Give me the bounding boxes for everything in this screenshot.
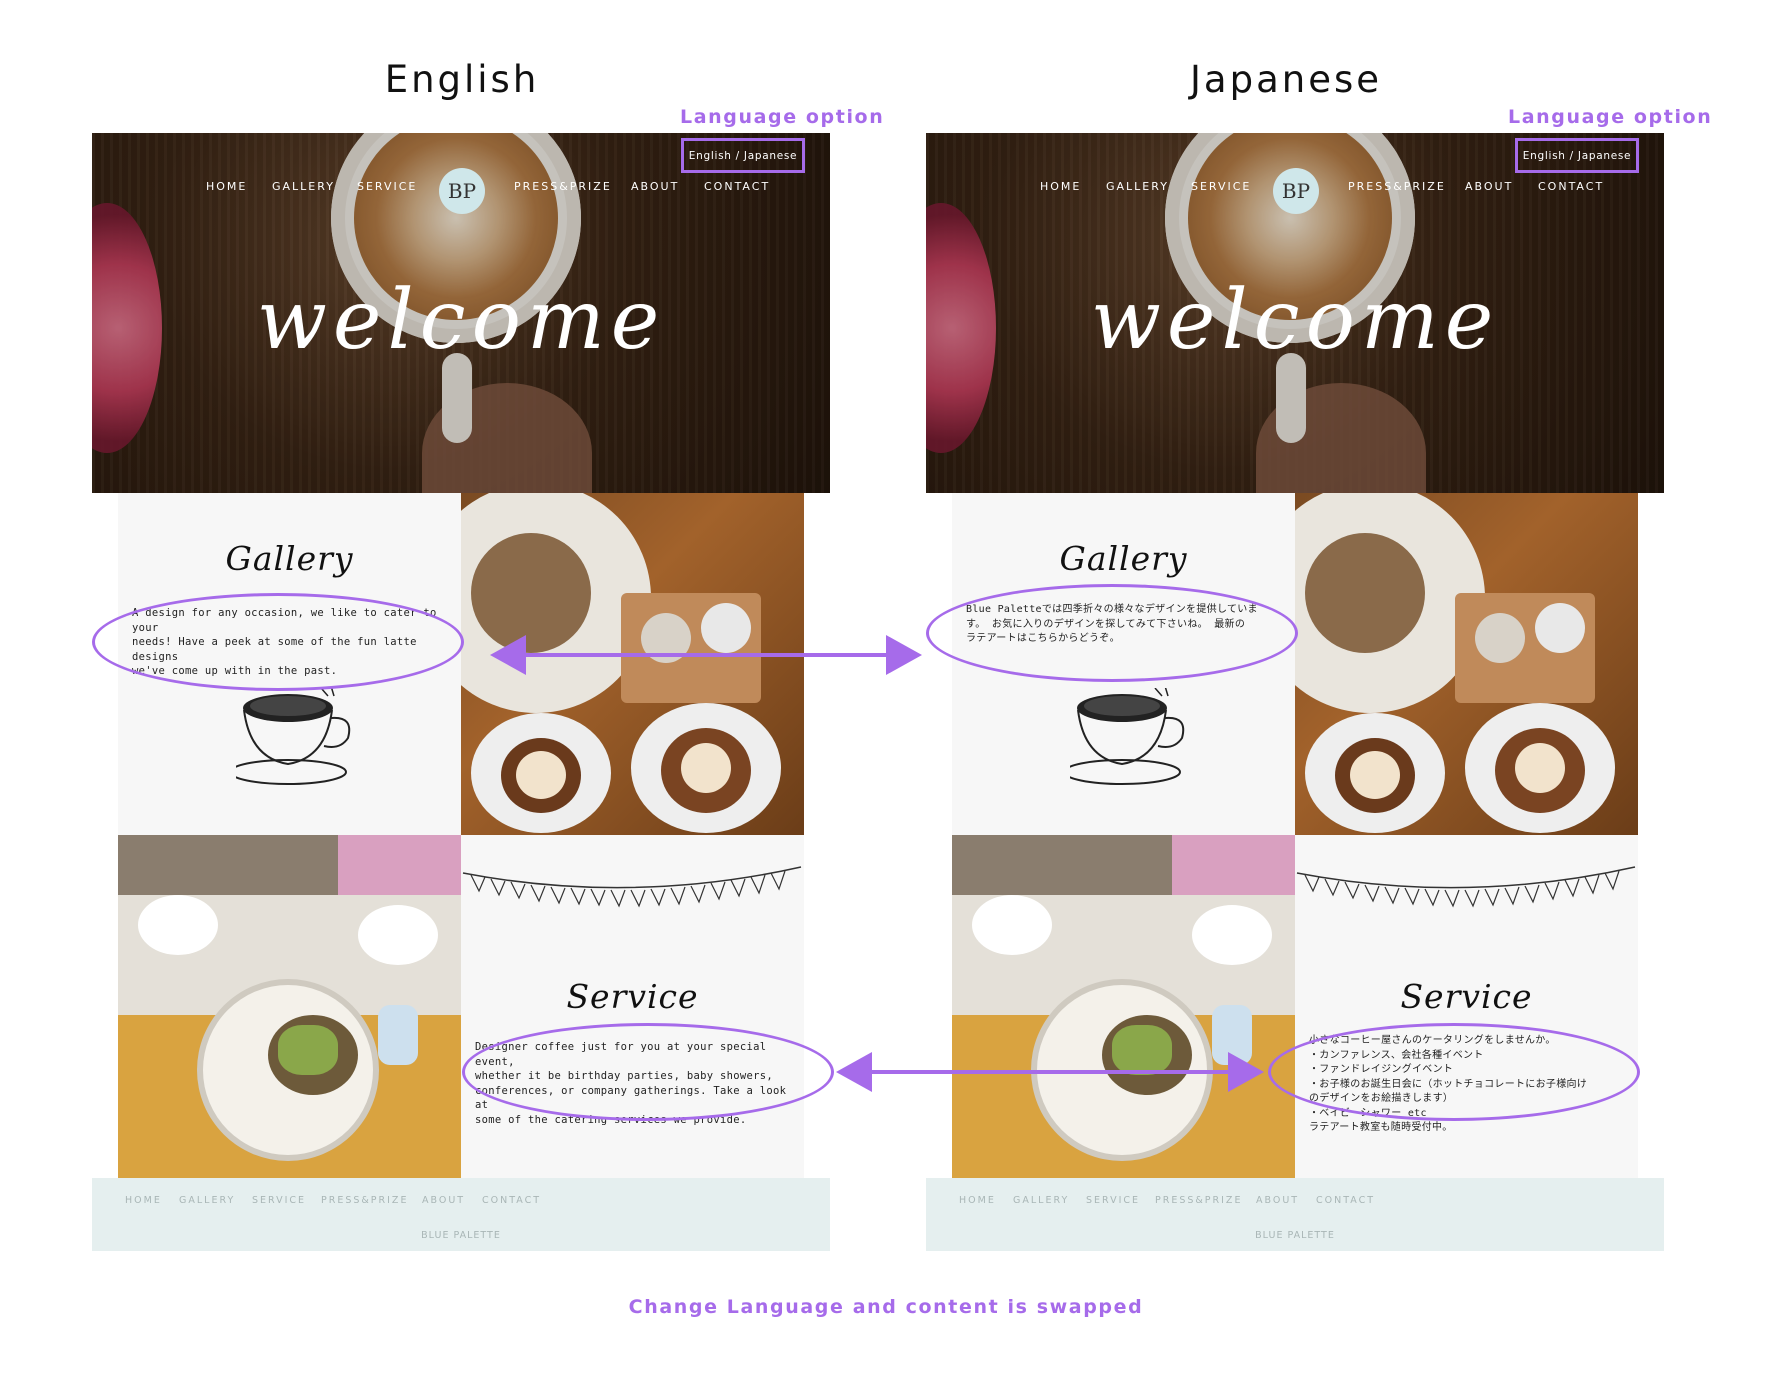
nav-contact[interactable]: CONTACT	[1538, 180, 1604, 193]
logo-badge[interactable]: BP	[439, 168, 485, 214]
footer-nav-gallery[interactable]: GALLERY	[1013, 1195, 1069, 1206]
coffee-cup-sketch-icon	[236, 688, 351, 785]
language-toggle[interactable]: English / Japanese	[681, 138, 805, 173]
nav-press-prize[interactable]: PRESS&PRIZE	[1348, 180, 1446, 193]
footer-brand: BLUE PALETTE	[1255, 1230, 1335, 1241]
nav-gallery[interactable]: GALLERY	[1106, 180, 1169, 193]
service-panel: Service Designer coffee just for you at …	[461, 835, 804, 1178]
nav-service[interactable]: SERVICE	[357, 180, 417, 193]
bunting-sketch	[1296, 866, 1636, 908]
japanese-column-heading: Japanese	[1190, 58, 1382, 101]
nav-home[interactable]: HOME	[1040, 180, 1081, 193]
nav-contact[interactable]: CONTACT	[704, 180, 770, 193]
service-text-highlight-ja	[1268, 1023, 1640, 1121]
footer-brand: BLUE PALETTE	[421, 1230, 501, 1241]
gallery-text-highlight-ja	[926, 584, 1298, 682]
footer-nav-about[interactable]: ABOUT	[422, 1195, 465, 1206]
gallery-title: Gallery	[1059, 539, 1188, 578]
footer-nav-contact[interactable]: CONTACT	[1316, 1195, 1375, 1206]
swap-caption: Change Language and content is swapped	[628, 1296, 1144, 1318]
nav-about[interactable]: ABOUT	[631, 180, 679, 193]
nav-service[interactable]: SERVICE	[1191, 180, 1251, 193]
hero-banner: English / Japanese HOME GALLERY SERVICE …	[92, 133, 830, 493]
language-option-annotation-ja: Language option	[1508, 106, 1713, 128]
hero-banner: English / Japanese HOME GALLERY SERVICE …	[926, 133, 1664, 493]
footer-nav-home[interactable]: HOME	[125, 1195, 162, 1206]
site-footer: HOME GALLERY SERVICE PRESS&PRIZE ABOUT C…	[926, 1178, 1664, 1251]
footer-nav-service[interactable]: SERVICE	[252, 1195, 306, 1206]
service-panel: Service 小さなコーヒー屋さんのケータリングをしませんか。 ・カンファレン…	[1295, 835, 1638, 1178]
english-column-heading: English	[384, 58, 540, 101]
kids-table-photo	[118, 835, 461, 1178]
bunting-sketch	[462, 866, 802, 908]
nav-gallery[interactable]: GALLERY	[272, 180, 335, 193]
gallery-title: Gallery	[225, 539, 354, 578]
nav-about[interactable]: ABOUT	[1465, 180, 1513, 193]
footer-nav-service[interactable]: SERVICE	[1086, 1195, 1140, 1206]
gallery-text-highlight-en	[92, 593, 464, 691]
footer-nav-gallery[interactable]: GALLERY	[179, 1195, 235, 1206]
hero-title: welcome	[256, 273, 666, 368]
hero-title: welcome	[1090, 273, 1500, 368]
kids-table-photo	[952, 835, 1295, 1178]
service-title: Service	[1400, 977, 1533, 1016]
logo-badge[interactable]: BP	[1273, 168, 1319, 214]
footer-nav-press-prize[interactable]: PRESS&PRIZE	[321, 1195, 408, 1206]
double-arrow-icon	[836, 1052, 1264, 1092]
language-toggle[interactable]: English / Japanese	[1515, 138, 1639, 173]
coffee-table-photo	[1295, 493, 1638, 835]
nav-home[interactable]: HOME	[206, 180, 247, 193]
footer-nav-home[interactable]: HOME	[959, 1195, 996, 1206]
service-text-highlight-en	[462, 1023, 834, 1121]
footer-nav-contact[interactable]: CONTACT	[482, 1195, 541, 1206]
site-footer: HOME GALLERY SERVICE PRESS&PRIZE ABOUT C…	[92, 1178, 830, 1251]
nav-press-prize[interactable]: PRESS&PRIZE	[514, 180, 612, 193]
coffee-cup-sketch-icon	[1070, 688, 1185, 785]
double-arrow-icon	[490, 635, 922, 675]
footer-nav-about[interactable]: ABOUT	[1256, 1195, 1299, 1206]
language-option-annotation-en: Language option	[680, 106, 885, 128]
service-title: Service	[566, 977, 699, 1016]
footer-nav-press-prize[interactable]: PRESS&PRIZE	[1155, 1195, 1242, 1206]
